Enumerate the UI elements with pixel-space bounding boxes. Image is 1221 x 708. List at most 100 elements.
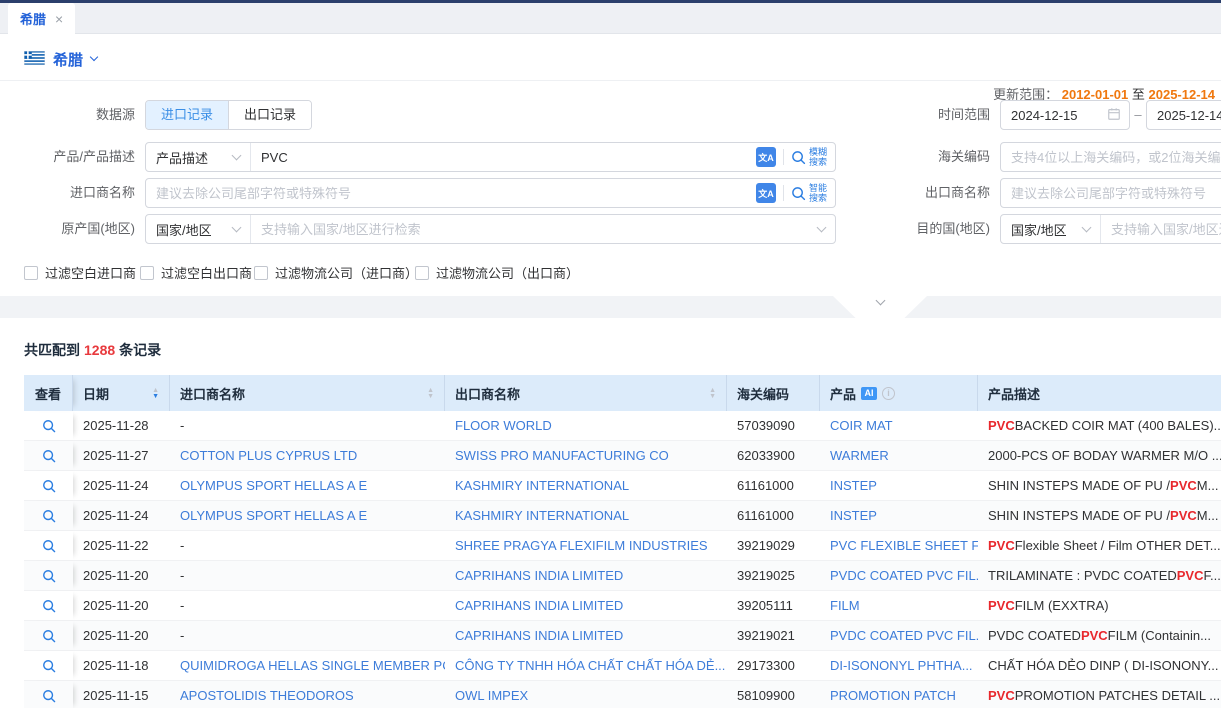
checkbox-icon — [254, 266, 268, 280]
product-cell[interactable]: DI-ISONONYL PHTHA... — [820, 651, 978, 680]
ai-badge: AI — [861, 387, 877, 400]
exporter-cell[interactable]: CAPRIHANS INDIA LIMITED — [445, 591, 727, 620]
filter-logistics-importer-checkbox[interactable]: 过滤物流公司（进口商） — [254, 263, 418, 282]
importer-cell[interactable]: QUIMIDROGA HELLAS SINGLE MEMBER PC — [170, 651, 445, 680]
product-cell[interactable]: PVC FLEXIBLE SHEET F... — [820, 531, 978, 560]
search-icon — [791, 150, 806, 165]
importer-cell[interactable]: COTTON PLUS CYPRUS LTD — [170, 441, 445, 470]
exporter-cell[interactable]: OWL IMPEX — [445, 681, 727, 708]
exporter-cell[interactable]: SHREE PRAGYA FLEXIFILM INDUSTRIES — [445, 531, 727, 560]
checkbox-icon — [415, 266, 429, 280]
smart-search-button[interactable]: 智能搜索 — [791, 183, 827, 203]
product-cell[interactable]: INSTEP — [820, 501, 978, 530]
column-header-exporter[interactable]: 出口商名称 ▲▼ — [445, 375, 727, 411]
description-text: M... — [1197, 508, 1219, 523]
hs-code-input[interactable] — [1001, 143, 1221, 171]
date-to-input[interactable] — [1147, 101, 1221, 129]
keyword-highlight: PVC — [1170, 478, 1197, 493]
product-cell[interactable]: COIR MAT — [820, 411, 978, 440]
collapse-panel-button[interactable] — [833, 296, 927, 318]
sort-icon[interactable]: ▲▼ — [152, 388, 159, 399]
column-header-date[interactable]: 日期 ▲▼ — [73, 375, 170, 411]
table-row: 2025-11-20-CAPRIHANS INDIA LIMITED392190… — [24, 621, 1221, 651]
destination-country-input[interactable] — [1101, 215, 1221, 243]
view-record-button[interactable] — [24, 621, 73, 650]
view-record-button[interactable] — [24, 441, 73, 470]
app-window: 希腊 × 希腊 更新范围： 2012-01-01 至 2025-12-14 数据… — [0, 0, 1221, 708]
exporter-cell[interactable]: FLOOR WORLD — [445, 411, 727, 440]
chevron-down-icon — [1082, 222, 1092, 232]
filter-logistics-exporter-checkbox[interactable]: 过滤物流公司（出口商） — [415, 263, 579, 282]
tab-import-records[interactable]: 进口记录 — [146, 101, 228, 129]
origin-country-input[interactable] — [251, 215, 818, 243]
exporter-cell[interactable]: KASHMIRY INTERNATIONAL — [445, 471, 727, 500]
date-cell: 2025-11-24 — [73, 471, 170, 500]
info-icon[interactable]: i — [882, 387, 895, 400]
description-cell: CHẤT HÓA DẺO DINP ( DI-ISONONY... — [978, 651, 1221, 680]
date-from-input[interactable] — [1001, 101, 1107, 129]
filter-blank-exporter-checkbox[interactable]: 过滤空白出口商 — [140, 263, 252, 282]
product-cell[interactable]: PVDC COATED PVC FIL... — [820, 621, 978, 650]
table-header: 查看 日期 ▲▼ 进口商名称 ▲▼ 出口商名称 ▲▼ 海关编码 产品 AI i — [24, 375, 1221, 411]
keyword-highlight: PVC — [988, 688, 1015, 703]
tab-export-records[interactable]: 出口记录 — [228, 101, 311, 129]
exporter-input[interactable] — [1001, 179, 1221, 207]
exporter-label: 出口商名称 — [878, 178, 990, 208]
column-header-importer[interactable]: 进口商名称 ▲▼ — [170, 375, 445, 411]
keyword-highlight: PVC — [1170, 508, 1197, 523]
importer-cell[interactable]: OLYMPUS SPORT HELLAS A E — [170, 501, 445, 530]
description-cell: PVC BACKED COIR MAT (400 BALES)... — [978, 411, 1221, 440]
column-header-label: 产品描述 — [988, 384, 1040, 403]
smart-search-line2: 搜索 — [809, 193, 827, 203]
product-field-select[interactable]: 产品描述 — [146, 143, 251, 171]
product-keyword-input[interactable] — [251, 143, 756, 171]
view-record-button[interactable] — [24, 591, 73, 620]
translate-icon[interactable]: 文A — [756, 183, 776, 203]
filter-blank-importer-checkbox[interactable]: 过滤空白进口商 — [24, 263, 136, 282]
hs-code-cell: 39205111 — [727, 591, 820, 620]
exporter-cell[interactable]: CAPRIHANS INDIA LIMITED — [445, 621, 727, 650]
chevron-down-icon[interactable] — [90, 53, 98, 61]
divider — [783, 149, 784, 165]
importer-cell[interactable]: APOSTOLIDIS THEODOROS — [170, 681, 445, 708]
hs-code-cell: 39219025 — [727, 561, 820, 590]
description-text: FILM (EXXTRA) — [1015, 598, 1109, 613]
destination-country-type-select[interactable]: 国家/地区 — [1001, 215, 1101, 243]
product-cell[interactable]: FILM — [820, 591, 978, 620]
translate-icon[interactable]: 文A — [756, 147, 776, 167]
importer-cell[interactable]: OLYMPUS SPORT HELLAS A E — [170, 471, 445, 500]
view-record-button[interactable] — [24, 651, 73, 680]
close-icon[interactable]: × — [55, 12, 63, 26]
column-header-label: 日期 — [83, 384, 109, 403]
view-record-icon — [42, 659, 56, 673]
view-record-button[interactable] — [24, 471, 73, 500]
view-record-button[interactable] — [24, 681, 73, 708]
chevron-down-icon[interactable] — [817, 222, 827, 232]
view-record-button[interactable] — [24, 531, 73, 560]
exporter-cell[interactable]: CÔNG TY TNHH HÓA CHẤT CHẤT HÓA DẺ... — [445, 651, 727, 680]
tab-greece[interactable]: 希腊 × — [8, 3, 75, 34]
exporter-cell[interactable]: KASHMIRY INTERNATIONAL — [445, 501, 727, 530]
view-record-button[interactable] — [24, 501, 73, 530]
sort-icon[interactable]: ▲▼ — [709, 388, 716, 399]
fuzzy-search-button[interactable]: 模糊搜索 — [791, 147, 827, 167]
product-cell[interactable]: PVDC COATED PVC FIL... — [820, 561, 978, 590]
date-range-separator: – — [1132, 100, 1144, 130]
results-count: 1288 — [84, 342, 115, 358]
exporter-cell[interactable]: SWISS PRO MANUFACTURING CO — [445, 441, 727, 470]
exporter-cell[interactable]: CAPRIHANS INDIA LIMITED — [445, 561, 727, 590]
hs-code-cell: 29173300 — [727, 651, 820, 680]
view-record-button[interactable] — [24, 561, 73, 590]
product-cell[interactable]: PROMOTION PATCH — [820, 681, 978, 708]
date-cell: 2025-11-24 — [73, 501, 170, 530]
product-cell[interactable]: INSTEP — [820, 471, 978, 500]
column-header-label: 进口商名称 — [180, 384, 245, 403]
date-cell: 2025-11-18 — [73, 651, 170, 680]
origin-country-type-select[interactable]: 国家/地区 — [146, 215, 251, 243]
importer-input[interactable] — [146, 179, 756, 207]
sort-icon[interactable]: ▲▼ — [427, 388, 434, 399]
results-table: 查看 日期 ▲▼ 进口商名称 ▲▼ 出口商名称 ▲▼ 海关编码 产品 AI i — [24, 375, 1221, 708]
product-cell[interactable]: WARMER — [820, 441, 978, 470]
keyword-highlight: PVC — [988, 598, 1015, 613]
view-record-button[interactable] — [24, 411, 73, 440]
